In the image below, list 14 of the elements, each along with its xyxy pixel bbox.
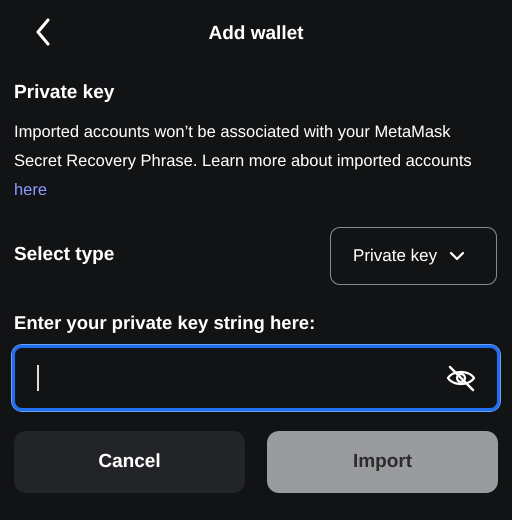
private-key-field[interactable]	[12, 345, 500, 412]
section-title: Private key	[14, 81, 116, 105]
type-dropdown[interactable]: Private key	[330, 226, 497, 284]
chevron-down-icon	[449, 250, 466, 260]
page-title: Add wallet	[208, 23, 304, 44]
learn-more-link[interactable]: here	[14, 180, 48, 198]
visibility-toggle[interactable]	[445, 364, 477, 392]
eye-slash-icon	[445, 364, 477, 392]
description-text: Imported accounts won’t be associated with your MetaMask Secret Recovery Phrase. Learn more about imported accounts here	[14, 122, 473, 200]
cancel-button[interactable]: Cancel	[14, 431, 245, 494]
chevron-left-icon	[35, 18, 51, 46]
text-cursor	[37, 365, 38, 392]
select-type-label: Select type	[14, 243, 114, 268]
field-label: Enter your private key string here:	[14, 310, 316, 335]
